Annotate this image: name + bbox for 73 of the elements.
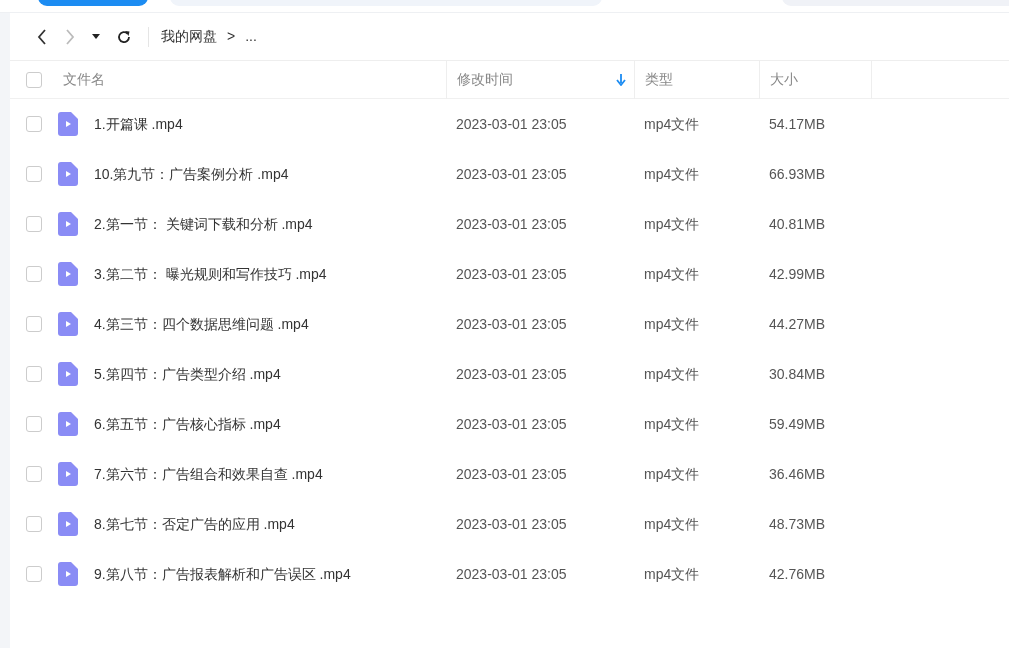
file-type: mp4文件 [644, 465, 700, 482]
checkbox[interactable] [26, 366, 42, 382]
file-name[interactable]: 2.第一节： 关键词下载和分析 .mp4 [94, 213, 313, 235]
modified-date: 2023-03-01 23:05 [456, 115, 567, 132]
video-file-icon [58, 312, 78, 336]
column-header-cell[interactable]: 修改时间 [446, 60, 634, 99]
file-type: mp4文件 [644, 165, 700, 182]
modified-date: 2023-03-01 23:05 [456, 215, 567, 232]
column-header[interactable]: 类型 [645, 69, 673, 90]
video-file-icon [58, 362, 78, 386]
column-header[interactable]: 文件名 [63, 69, 105, 90]
file-size: 42.76MB [769, 565, 826, 582]
video-file-icon [58, 212, 78, 236]
file-type: mp4文件 [644, 115, 700, 132]
checkbox[interactable] [26, 166, 42, 182]
checkbox[interactable] [26, 466, 42, 482]
file-size: 59.49MB [769, 415, 826, 432]
file-type: mp4文件 [644, 265, 700, 282]
file-size: 44.27MB [769, 315, 826, 332]
video-file-icon [58, 262, 78, 286]
checkbox[interactable] [26, 116, 42, 132]
file-size: 42.99MB [769, 265, 826, 282]
file-type: mp4文件 [644, 515, 700, 532]
video-file-icon [58, 112, 78, 136]
file-size: 30.84MB [769, 365, 826, 382]
checkbox[interactable] [26, 316, 42, 332]
modified-date: 2023-03-01 23:05 [456, 165, 567, 182]
breadcrumb-separator: > [227, 27, 236, 46]
file-name[interactable]: 6.第五节：广告核心指标 .mp4 [94, 413, 281, 435]
column-header[interactable]: 修改时间 [457, 69, 513, 90]
file-size: 54.17MB [769, 115, 826, 132]
checkbox[interactable] [26, 216, 42, 232]
video-file-icon [58, 162, 78, 186]
column-header-cell[interactable]: 类型 [634, 60, 759, 99]
modified-date: 2023-03-01 23:05 [456, 565, 567, 582]
file-name[interactable]: 8.第七节：否定广告的应用 .mp4 [94, 513, 295, 535]
checkbox[interactable] [26, 516, 42, 532]
file-name[interactable]: 3.第二节： 曝光规则和写作技巧 .mp4 [94, 263, 327, 285]
file-name[interactable]: 5.第四节：广告类型介绍 .mp4 [94, 363, 281, 385]
column-header[interactable]: 大小 [770, 69, 798, 90]
file-type: mp4文件 [644, 365, 700, 382]
modified-date: 2023-03-01 23:05 [456, 465, 567, 482]
modified-date: 2023-03-01 23:05 [456, 515, 567, 532]
file-type: mp4文件 [644, 565, 700, 582]
sort-arrow-icon[interactable] [616, 73, 626, 86]
video-file-icon [58, 462, 78, 486]
column-header-cell[interactable]: 文件名 [58, 69, 446, 90]
file-size: 36.46MB [769, 465, 826, 482]
file-size: 40.81MB [769, 215, 826, 232]
file-name[interactable]: 1.开篇课 .mp4 [94, 113, 183, 135]
modified-date: 2023-03-01 23:05 [456, 315, 567, 332]
checkbox[interactable] [26, 266, 42, 282]
file-type: mp4文件 [644, 315, 700, 332]
video-file-icon [58, 562, 78, 586]
checkbox[interactable] [26, 566, 42, 582]
breadcrumb-item[interactable]: ... [245, 26, 257, 47]
modified-date: 2023-03-01 23:05 [456, 415, 567, 432]
video-file-icon [58, 412, 78, 436]
checkbox[interactable] [26, 71, 42, 88]
file-name[interactable]: 10.第九节：广告案例分析 .mp4 [94, 163, 289, 185]
modified-date: 2023-03-01 23:05 [456, 265, 567, 282]
modified-date: 2023-03-01 23:05 [456, 365, 567, 382]
file-size: 66.93MB [769, 165, 826, 182]
video-file-icon [58, 512, 78, 536]
breadcrumb-item[interactable]: 我的网盘 [161, 26, 217, 47]
file-size: 48.73MB [769, 515, 826, 532]
file-name[interactable]: 9.第八节：广告报表解析和广告误区 .mp4 [94, 563, 351, 585]
column-header-cell[interactable]: 大小 [759, 60, 871, 99]
checkbox[interactable] [26, 416, 42, 432]
file-name[interactable]: 4.第三节：四个数据思维问题 .mp4 [94, 313, 309, 335]
file-type: mp4文件 [644, 415, 700, 432]
file-type: mp4文件 [644, 215, 700, 232]
file-name[interactable]: 7.第六节：广告组合和效果自查 .mp4 [94, 463, 323, 485]
